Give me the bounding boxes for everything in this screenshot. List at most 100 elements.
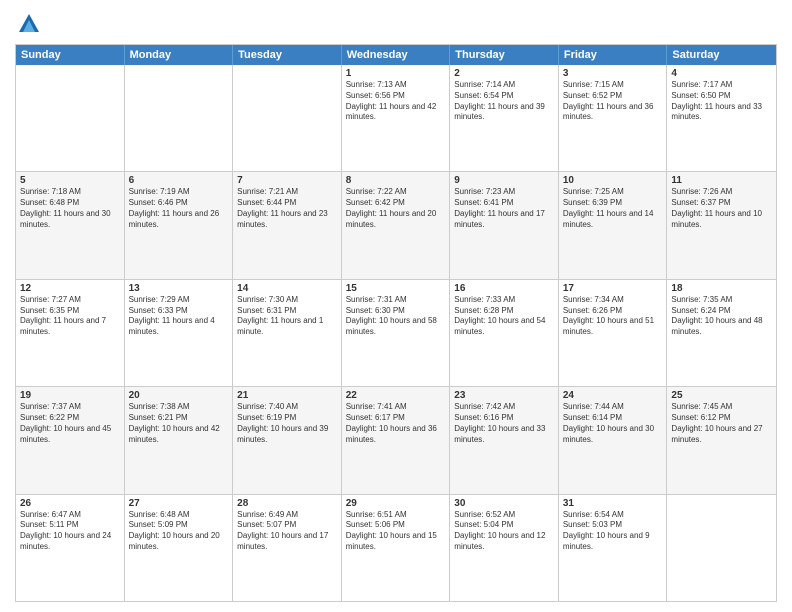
cal-cell-r0-c0 <box>16 65 125 171</box>
day-number: 10 <box>563 175 663 186</box>
day-number: 15 <box>346 283 446 294</box>
day-number: 13 <box>129 283 229 294</box>
cal-cell-r3-c5: 24Sunrise: 7:44 AM Sunset: 6:14 PM Dayli… <box>559 387 668 493</box>
cal-row-5: 26Sunrise: 6:47 AM Sunset: 5:11 PM Dayli… <box>16 494 776 601</box>
cell-text: Sunrise: 7:33 AM Sunset: 6:28 PM Dayligh… <box>454 295 554 338</box>
day-number: 20 <box>129 390 229 401</box>
day-number: 14 <box>237 283 337 294</box>
day-number: 27 <box>129 498 229 509</box>
day-number: 24 <box>563 390 663 401</box>
day-number: 7 <box>237 175 337 186</box>
cell-text: Sunrise: 7:15 AM Sunset: 6:52 PM Dayligh… <box>563 80 663 123</box>
cal-cell-r0-c4: 2Sunrise: 7:14 AM Sunset: 6:54 PM Daylig… <box>450 65 559 171</box>
cell-text: Sunrise: 7:30 AM Sunset: 6:31 PM Dayligh… <box>237 295 337 338</box>
cal-cell-r0-c6: 4Sunrise: 7:17 AM Sunset: 6:50 PM Daylig… <box>667 65 776 171</box>
cell-text: Sunrise: 7:34 AM Sunset: 6:26 PM Dayligh… <box>563 295 663 338</box>
cal-cell-r0-c5: 3Sunrise: 7:15 AM Sunset: 6:52 PM Daylig… <box>559 65 668 171</box>
day-number: 25 <box>671 390 772 401</box>
cal-cell-r0-c3: 1Sunrise: 7:13 AM Sunset: 6:56 PM Daylig… <box>342 65 451 171</box>
cell-text: Sunrise: 6:49 AM Sunset: 5:07 PM Dayligh… <box>237 510 337 553</box>
cal-cell-r1-c2: 7Sunrise: 7:21 AM Sunset: 6:44 PM Daylig… <box>233 172 342 278</box>
calendar-body: 1Sunrise: 7:13 AM Sunset: 6:56 PM Daylig… <box>16 65 776 601</box>
cal-cell-r2-c1: 13Sunrise: 7:29 AM Sunset: 6:33 PM Dayli… <box>125 280 234 386</box>
cal-cell-r3-c1: 20Sunrise: 7:38 AM Sunset: 6:21 PM Dayli… <box>125 387 234 493</box>
cal-cell-r1-c1: 6Sunrise: 7:19 AM Sunset: 6:46 PM Daylig… <box>125 172 234 278</box>
cal-cell-r2-c3: 15Sunrise: 7:31 AM Sunset: 6:30 PM Dayli… <box>342 280 451 386</box>
day-number: 3 <box>563 68 663 79</box>
cell-text: Sunrise: 7:25 AM Sunset: 6:39 PM Dayligh… <box>563 187 663 230</box>
cal-cell-r4-c1: 27Sunrise: 6:48 AM Sunset: 5:09 PM Dayli… <box>125 495 234 601</box>
cal-cell-r1-c5: 10Sunrise: 7:25 AM Sunset: 6:39 PM Dayli… <box>559 172 668 278</box>
day-number: 22 <box>346 390 446 401</box>
cell-text: Sunrise: 6:54 AM Sunset: 5:03 PM Dayligh… <box>563 510 663 553</box>
cell-text: Sunrise: 7:45 AM Sunset: 6:12 PM Dayligh… <box>671 402 772 445</box>
day-number: 28 <box>237 498 337 509</box>
cal-cell-r1-c6: 11Sunrise: 7:26 AM Sunset: 6:37 PM Dayli… <box>667 172 776 278</box>
day-number: 8 <box>346 175 446 186</box>
cal-cell-r3-c0: 19Sunrise: 7:37 AM Sunset: 6:22 PM Dayli… <box>16 387 125 493</box>
day-number: 5 <box>20 175 120 186</box>
cell-text: Sunrise: 7:31 AM Sunset: 6:30 PM Dayligh… <box>346 295 446 338</box>
calendar: SundayMondayTuesdayWednesdayThursdayFrid… <box>15 44 777 602</box>
cal-header-tuesday: Tuesday <box>233 45 342 65</box>
cell-text: Sunrise: 6:47 AM Sunset: 5:11 PM Dayligh… <box>20 510 120 553</box>
day-number: 19 <box>20 390 120 401</box>
page: SundayMondayTuesdayWednesdayThursdayFrid… <box>0 0 792 612</box>
logo <box>15 10 47 38</box>
cell-text: Sunrise: 7:14 AM Sunset: 6:54 PM Dayligh… <box>454 80 554 123</box>
cal-header-saturday: Saturday <box>667 45 776 65</box>
day-number: 9 <box>454 175 554 186</box>
cal-cell-r2-c2: 14Sunrise: 7:30 AM Sunset: 6:31 PM Dayli… <box>233 280 342 386</box>
cal-header-thursday: Thursday <box>450 45 559 65</box>
cal-cell-r4-c4: 30Sunrise: 6:52 AM Sunset: 5:04 PM Dayli… <box>450 495 559 601</box>
cal-row-1: 1Sunrise: 7:13 AM Sunset: 6:56 PM Daylig… <box>16 65 776 171</box>
day-number: 4 <box>671 68 772 79</box>
cell-text: Sunrise: 7:42 AM Sunset: 6:16 PM Dayligh… <box>454 402 554 445</box>
cell-text: Sunrise: 7:23 AM Sunset: 6:41 PM Dayligh… <box>454 187 554 230</box>
cell-text: Sunrise: 7:26 AM Sunset: 6:37 PM Dayligh… <box>671 187 772 230</box>
cell-text: Sunrise: 7:37 AM Sunset: 6:22 PM Dayligh… <box>20 402 120 445</box>
cal-cell-r0-c2 <box>233 65 342 171</box>
cell-text: Sunrise: 6:51 AM Sunset: 5:06 PM Dayligh… <box>346 510 446 553</box>
day-number: 30 <box>454 498 554 509</box>
day-number: 11 <box>671 175 772 186</box>
cal-row-2: 5Sunrise: 7:18 AM Sunset: 6:48 PM Daylig… <box>16 171 776 278</box>
cell-text: Sunrise: 7:29 AM Sunset: 6:33 PM Dayligh… <box>129 295 229 338</box>
cal-cell-r2-c4: 16Sunrise: 7:33 AM Sunset: 6:28 PM Dayli… <box>450 280 559 386</box>
day-number: 29 <box>346 498 446 509</box>
cal-cell-r3-c3: 22Sunrise: 7:41 AM Sunset: 6:17 PM Dayli… <box>342 387 451 493</box>
logo-icon <box>15 10 43 38</box>
day-number: 1 <box>346 68 446 79</box>
cal-cell-r1-c4: 9Sunrise: 7:23 AM Sunset: 6:41 PM Daylig… <box>450 172 559 278</box>
cal-cell-r3-c2: 21Sunrise: 7:40 AM Sunset: 6:19 PM Dayli… <box>233 387 342 493</box>
cal-header-friday: Friday <box>559 45 668 65</box>
cal-cell-r3-c4: 23Sunrise: 7:42 AM Sunset: 6:16 PM Dayli… <box>450 387 559 493</box>
cell-text: Sunrise: 7:27 AM Sunset: 6:35 PM Dayligh… <box>20 295 120 338</box>
cell-text: Sunrise: 7:41 AM Sunset: 6:17 PM Dayligh… <box>346 402 446 445</box>
day-number: 16 <box>454 283 554 294</box>
cell-text: Sunrise: 7:44 AM Sunset: 6:14 PM Dayligh… <box>563 402 663 445</box>
cal-cell-r2-c6: 18Sunrise: 7:35 AM Sunset: 6:24 PM Dayli… <box>667 280 776 386</box>
cell-text: Sunrise: 6:52 AM Sunset: 5:04 PM Dayligh… <box>454 510 554 553</box>
cal-cell-r0-c1 <box>125 65 234 171</box>
cal-cell-r2-c0: 12Sunrise: 7:27 AM Sunset: 6:35 PM Dayli… <box>16 280 125 386</box>
cal-header-monday: Monday <box>125 45 234 65</box>
calendar-header-row: SundayMondayTuesdayWednesdayThursdayFrid… <box>16 45 776 65</box>
cal-cell-r1-c0: 5Sunrise: 7:18 AM Sunset: 6:48 PM Daylig… <box>16 172 125 278</box>
cal-cell-r4-c2: 28Sunrise: 6:49 AM Sunset: 5:07 PM Dayli… <box>233 495 342 601</box>
day-number: 21 <box>237 390 337 401</box>
cell-text: Sunrise: 7:38 AM Sunset: 6:21 PM Dayligh… <box>129 402 229 445</box>
cell-text: Sunrise: 7:40 AM Sunset: 6:19 PM Dayligh… <box>237 402 337 445</box>
header <box>15 10 777 38</box>
day-number: 17 <box>563 283 663 294</box>
cell-text: Sunrise: 7:19 AM Sunset: 6:46 PM Dayligh… <box>129 187 229 230</box>
cal-cell-r4-c5: 31Sunrise: 6:54 AM Sunset: 5:03 PM Dayli… <box>559 495 668 601</box>
day-number: 18 <box>671 283 772 294</box>
cell-text: Sunrise: 6:48 AM Sunset: 5:09 PM Dayligh… <box>129 510 229 553</box>
cal-cell-r1-c3: 8Sunrise: 7:22 AM Sunset: 6:42 PM Daylig… <box>342 172 451 278</box>
day-number: 26 <box>20 498 120 509</box>
day-number: 12 <box>20 283 120 294</box>
day-number: 6 <box>129 175 229 186</box>
cal-header-wednesday: Wednesday <box>342 45 451 65</box>
day-number: 23 <box>454 390 554 401</box>
